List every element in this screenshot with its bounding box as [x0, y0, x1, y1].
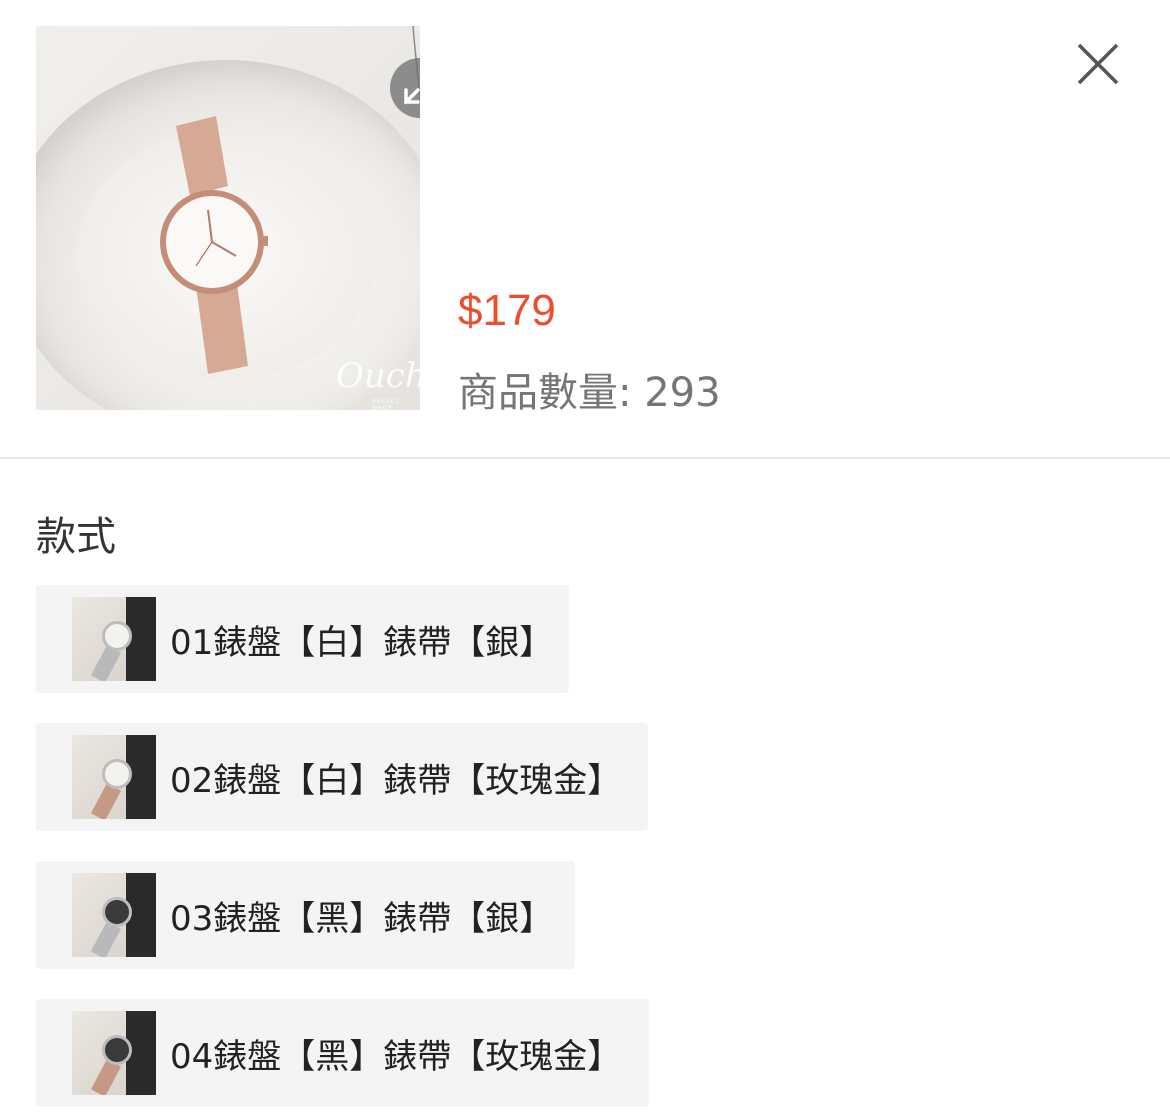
product-image[interactable]: Ouch SELECT SHOP: [36, 26, 420, 410]
stock-quantity: 商品數量: 293: [458, 360, 721, 418]
watermark-logo: Ouch: [336, 356, 420, 396]
variation-option-04[interactable]: 04錶盤【黑】錶帶【玫瑰金】: [36, 999, 649, 1107]
variation-option-02[interactable]: 02錶盤【白】錶帶【玫瑰金】: [36, 723, 648, 831]
product-variation-sheet: Ouch SELECT SHOP $179 商品數量: 293 款式 01錶盤【…: [0, 0, 1170, 1112]
close-icon: [1077, 43, 1119, 85]
variation-option-03[interactable]: 03錶盤【黑】錶帶【銀】: [36, 861, 575, 969]
product-header: Ouch SELECT SHOP $179 商品數量: 293: [0, 0, 1170, 459]
close-button[interactable]: [1070, 36, 1126, 92]
variation-thumbnail: [72, 1011, 156, 1095]
variation-label: 02錶盤【白】錶帶【玫瑰金】: [170, 760, 622, 801]
watermark-subtitle: SELECT SHOP: [372, 398, 401, 410]
variation-section-title: 款式: [36, 514, 116, 560]
variation-label: 01錶盤【白】錶帶【銀】: [170, 622, 554, 663]
expand-arrows-icon: [404, 88, 420, 104]
variation-label: 04錶盤【黑】錶帶【玫瑰金】: [170, 1036, 622, 1077]
product-price: $179: [458, 286, 556, 335]
variation-label: 03錶盤【黑】錶帶【銀】: [170, 898, 554, 939]
variation-thumbnail: [72, 873, 156, 957]
stock-label: 商品數量:: [458, 370, 632, 416]
variation-thumbnail: [72, 735, 156, 819]
watch-graphic: [160, 116, 268, 374]
variation-thumbnail: [72, 597, 156, 681]
variation-option-01[interactable]: 01錶盤【白】錶帶【銀】: [36, 585, 569, 693]
stock-value: 293: [644, 370, 721, 416]
expand-image-button[interactable]: [390, 58, 420, 118]
